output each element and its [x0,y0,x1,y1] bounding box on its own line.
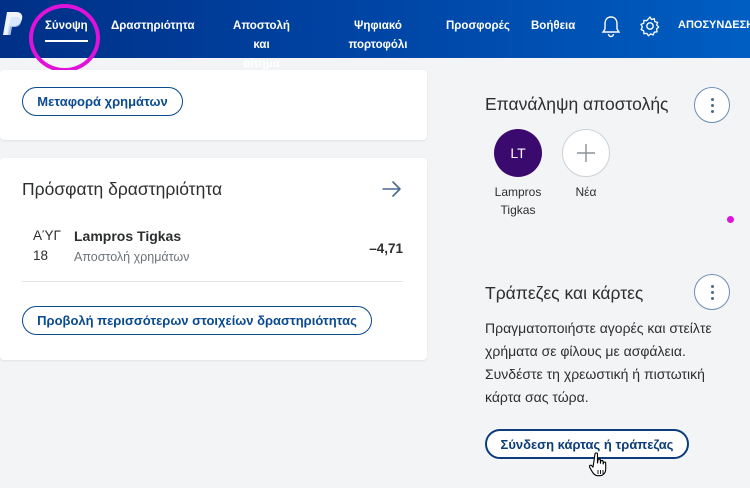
transaction-amount: –4,71 [369,241,403,256]
divider [22,281,403,282]
arrow-right-icon[interactable] [382,180,402,198]
kebab-dot [710,97,714,101]
transaction-type: Αποστολή χρημάτων [74,250,190,264]
contact-name-line1: Lampros [494,185,542,199]
recent-activity-card: Πρόσφατη δραστηριότητα ΑΎΓ 18 Lampros Ti… [0,158,427,360]
transaction-day: 18 [33,248,49,263]
description-line: κάρτα σας τώρα. [485,389,589,405]
nav-item-wallet[interactable]: Ψηφιακό πορτοφόλι [343,17,413,55]
bell-icon[interactable] [600,14,622,38]
description-line: χρήματα σε φίλους με ασφάλεια. [485,343,686,359]
top-navigation: Σύνοψη Δραστηριότητα Αποστολή και αίτημα… [0,0,750,70]
plus-icon [577,144,595,162]
logout-link[interactable]: ΑΠΟΣΥΝΔΕΣΗ [678,19,750,31]
description-line: Πραγματοποιήστε αγορές και στείλτε [485,320,712,336]
contact-name-line2: Tigkas [500,203,536,217]
nav-item-offers[interactable]: Προσφορές [446,17,510,36]
hand-cursor-icon [589,452,607,477]
transaction-month: ΑΎΓ [33,228,61,243]
transaction-name: Lampros Tigkas [74,228,182,244]
description-line: Συνδέστε τη χρεωστική ή πιστωτική [485,366,705,382]
nav-item-summary[interactable]: Σύνοψη [45,17,88,42]
transfer-money-button[interactable]: Μεταφορά χρημάτων [22,87,183,116]
transfer-card: Μεταφορά χρημάτων [0,70,427,140]
kebab-dot [710,296,714,300]
annotation-dot [727,216,734,223]
gear-icon[interactable] [639,14,661,38]
new-contact-label: Νέα [575,185,597,199]
repeat-send-menu-button[interactable] [694,87,730,123]
new-contact-button[interactable] [562,129,610,177]
nav-item-help[interactable]: Βοήθεια [531,17,575,36]
banks-cards-title: Τράπεζες και κάρτες [485,283,644,303]
nav-item-send-request[interactable]: Αποστολή και αίτημα [224,17,299,74]
view-more-activity-button[interactable]: Προβολή περισσότερων στοιχείων δραστηριό… [22,306,372,335]
kebab-dot [710,103,714,107]
transaction-row[interactable]: ΑΎΓ 18 Lampros Tigkas Αποστολή χρημάτων … [0,220,427,272]
nav-item-wallet-line1: Ψηφιακό [354,20,402,32]
nav-item-activity[interactable]: Δραστηριότητα [111,17,195,36]
contact-name: Lampros Tigkas [488,183,548,219]
banks-cards-menu-button[interactable] [694,274,730,310]
kebab-dot [710,284,714,288]
repeat-send-title: Επανάληψη αποστολής [485,94,669,114]
banks-cards-description: Πραγματοποιήστε αγορές και στείλτε χρήμα… [485,317,712,409]
kebab-dot [710,109,714,113]
avatar-initials: LT [510,145,526,161]
nav-item-send-request-line1: Αποστολή και [233,20,290,51]
paypal-logo-icon[interactable] [2,10,24,38]
kebab-dot [710,290,714,294]
recent-activity-title: Πρόσφατη δραστηριότητα [22,179,223,199]
link-card-or-bank-button[interactable]: Σύνδεση κάρτας ή τράπεζας [485,429,689,459]
contact-avatar-lt[interactable]: LT [494,129,542,177]
nav-item-wallet-line2: πορτοφόλι [348,39,408,51]
right-panel: Επανάληψη αποστολής LT Lampros Tigkas Νέ… [428,70,750,488]
